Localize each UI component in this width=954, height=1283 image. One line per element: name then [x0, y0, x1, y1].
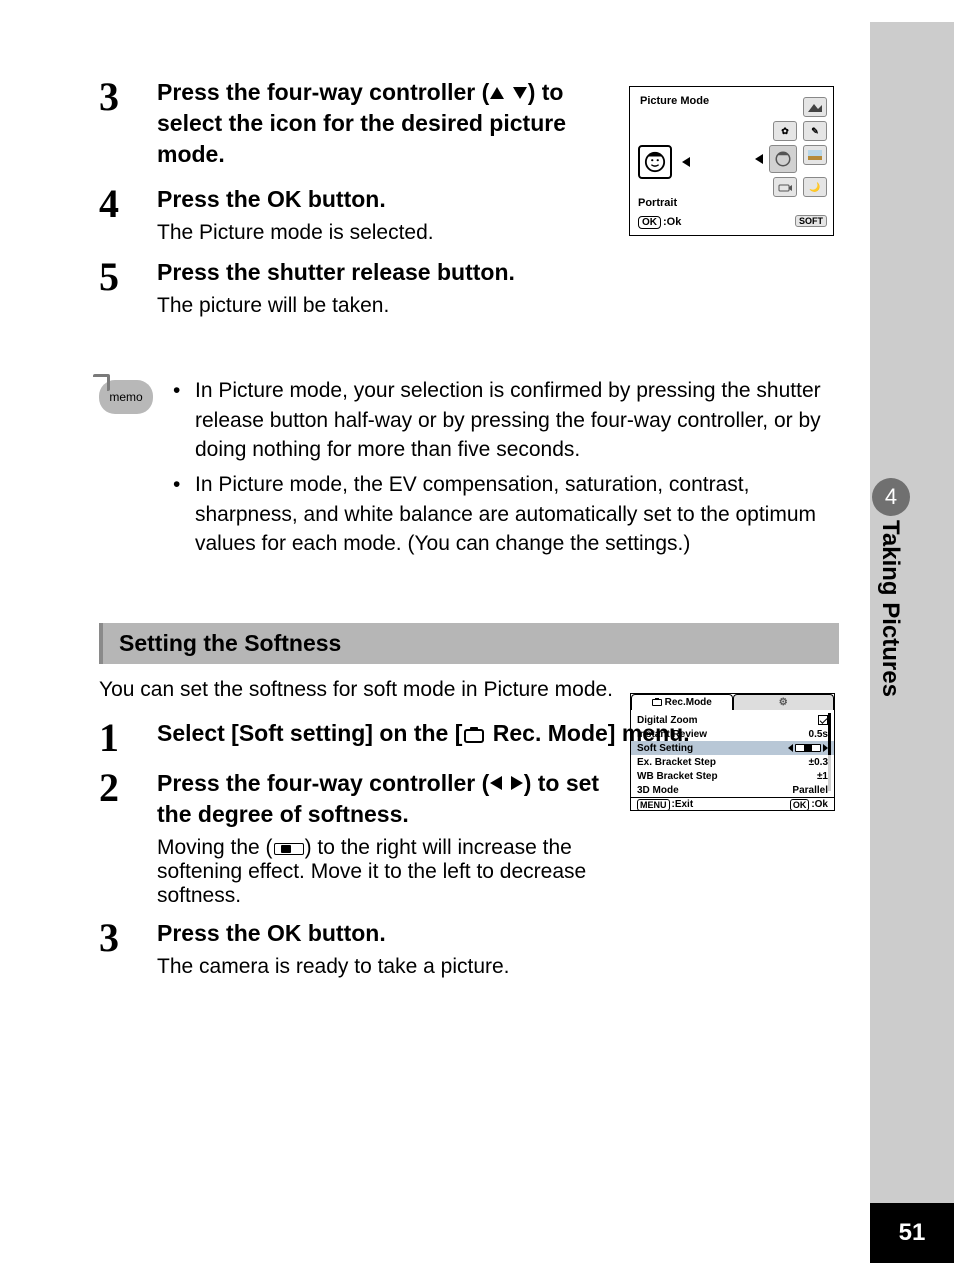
- chapter-title: Taking Pictures: [876, 520, 904, 697]
- memo-block: memo •In Picture mode, your selection is…: [99, 376, 839, 564]
- step-heading: Press the four-way controller ( ) to set…: [157, 768, 627, 830]
- memo-list: •In Picture mode, your selection is conf…: [173, 376, 839, 564]
- step-3: 3 Press the four-way controller ( ) to s…: [99, 77, 839, 170]
- arrow-up-icon: [490, 87, 504, 99]
- section-intro: You can set the softness for soft mode i…: [99, 678, 839, 702]
- text: Moving the (: [157, 836, 273, 859]
- page: 4 Taking Pictures 51 Picture Mode ✿✎ 🌙 S…: [0, 0, 954, 1283]
- memo-bullet: •In Picture mode, your selection is conf…: [173, 376, 839, 464]
- step-heading: Press the shutter release button.: [157, 257, 839, 288]
- step-subtext: The Picture mode is selected.: [157, 221, 839, 245]
- step-heading: Press the four-way controller ( ) to sel…: [157, 77, 627, 170]
- step-number: 3: [99, 77, 157, 170]
- arrow-down-icon: [513, 87, 527, 99]
- step-subtext: The picture will be taken.: [157, 294, 839, 318]
- text: Select [Soft setting] on the [: [157, 720, 462, 746]
- step-number: 5: [99, 257, 157, 318]
- section-heading: Setting the Softness: [99, 623, 839, 664]
- text: Rec. Mode] menu.: [486, 720, 689, 746]
- step-subtext: Moving the () to the right will increase…: [157, 836, 627, 908]
- step-heading: Press the OK button.: [157, 184, 839, 215]
- slider-icon: [274, 843, 304, 855]
- step-subtext: The camera is ready to take a picture.: [157, 955, 839, 979]
- step-b3: 3 Press the OK button. The camera is rea…: [99, 918, 839, 979]
- arrow-right-icon: [511, 776, 523, 790]
- step-b2: 2 Press the four-way controller ( ) to s…: [99, 768, 839, 908]
- step-number: 4: [99, 184, 157, 245]
- step-number: 1: [99, 718, 157, 758]
- step-heading: Select [Soft setting] on the [ Rec. Mode…: [157, 718, 839, 749]
- camera-icon: [464, 729, 484, 743]
- sidebar-tab: 4 Taking Pictures 51: [870, 22, 954, 1263]
- memo-icon: memo: [99, 380, 153, 414]
- step-number: 2: [99, 768, 157, 908]
- memo-icon-wrap: memo: [99, 376, 173, 564]
- step-number: 3: [99, 918, 157, 979]
- step-5: 5 Press the shutter release button. The …: [99, 257, 839, 318]
- memo-text: In Picture mode, your selection is confi…: [195, 376, 839, 464]
- step-4: 4 Press the OK button. The Picture mode …: [99, 184, 839, 245]
- text: Press the four-way controller (: [157, 79, 489, 105]
- step-heading: Press the OK button.: [157, 918, 839, 949]
- step-b1: 1 Select [Soft setting] on the [ Rec. Mo…: [99, 718, 839, 758]
- memo-text: In Picture mode, the EV compensation, sa…: [195, 470, 839, 558]
- chapter-number-badge: 4: [872, 478, 910, 516]
- arrow-left-icon: [490, 776, 502, 790]
- page-number: 51: [870, 1203, 954, 1263]
- memo-bullet: •In Picture mode, the EV compensation, s…: [173, 470, 839, 558]
- text: Press the four-way controller (: [157, 770, 489, 796]
- content: 3 Press the four-way controller ( ) to s…: [99, 77, 839, 981]
